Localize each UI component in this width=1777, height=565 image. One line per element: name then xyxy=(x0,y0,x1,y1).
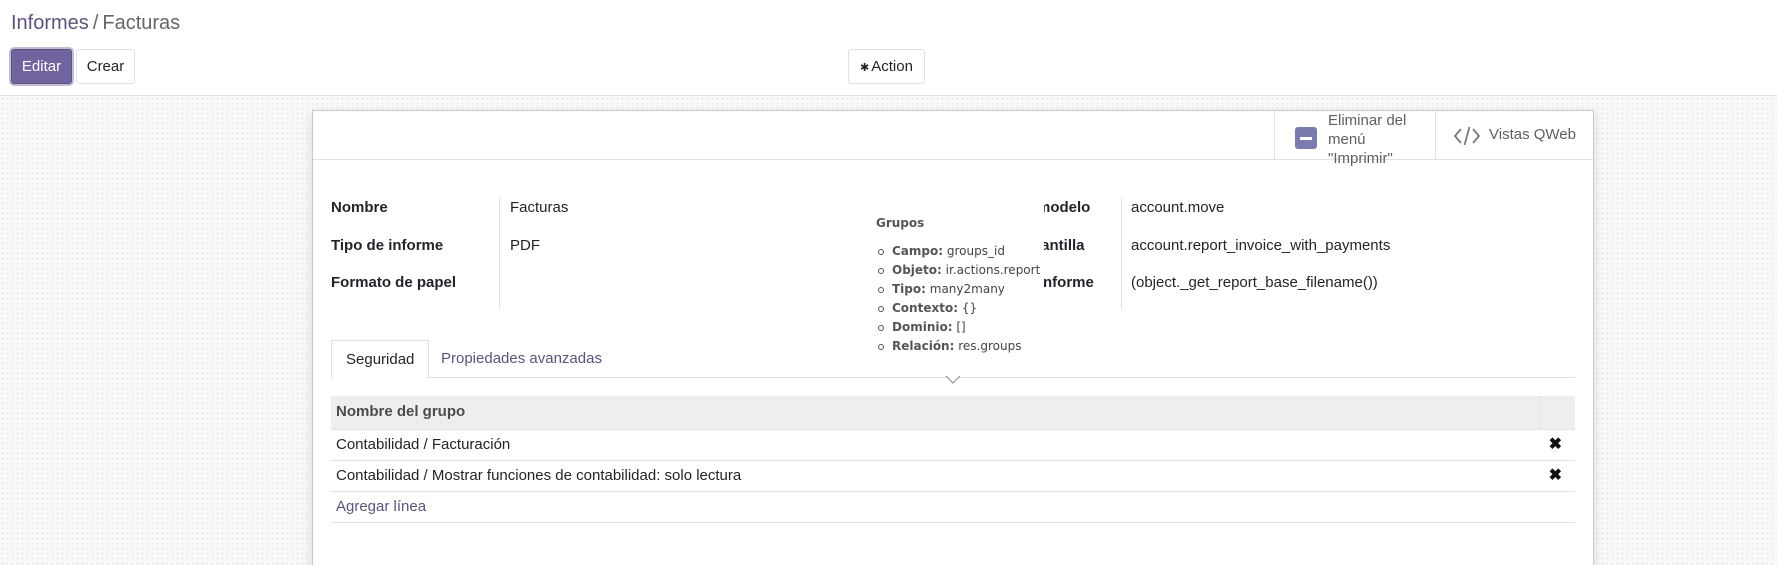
column-header-group-name[interactable]: Nombre del grupo xyxy=(336,396,465,427)
field-tooltip: Grupos Campo: groups_id Objeto: ir.actio… xyxy=(862,200,1044,376)
tooltip-item: Dominio: [] xyxy=(876,318,1030,337)
delete-row-icon[interactable]: ✖ xyxy=(1549,461,1562,490)
field-value-report-filename[interactable]: (object._get_report_base_filename()) xyxy=(1131,274,1378,291)
tooltip-arrow-icon xyxy=(945,375,961,384)
qweb-views-label: Vistas QWeb xyxy=(1489,126,1576,143)
smart-button-box: Eliminar del menú "Imprimir" Vistas QWeb xyxy=(313,111,1593,167)
column-separator xyxy=(1539,396,1540,430)
group-name-cell[interactable]: Contabilidad / Mostrar funciones de cont… xyxy=(336,461,741,490)
table-header: Nombre del grupo xyxy=(331,396,1575,430)
action-dropdown-button[interactable]: ✱ Action xyxy=(848,49,925,84)
remove-from-print-menu-label: Eliminar del menú "Imprimir" xyxy=(1328,112,1407,167)
field-label-report-filename: nforme xyxy=(1043,274,1094,291)
qweb-views-button[interactable]: Vistas QWeb xyxy=(1435,111,1593,159)
breadcrumb-parent-link[interactable]: Informes xyxy=(11,12,89,34)
field-label-paper-format: Formato de papel xyxy=(331,274,457,291)
code-icon xyxy=(1453,126,1481,146)
left-group-separator xyxy=(499,197,500,309)
tooltip-item: Campo: groups_id xyxy=(876,242,1030,261)
tooltip-list: Campo: groups_id Objeto: ir.actions.repo… xyxy=(876,242,1040,356)
control-panel: Informes / Facturas Editar Crear ✱ Action xyxy=(0,0,1777,96)
tooltip-item: Relación: res.groups xyxy=(876,337,1030,356)
remove-from-print-menu-button[interactable]: Eliminar del menú "Imprimir" xyxy=(1274,111,1435,167)
table-row[interactable]: Contabilidad / Facturación ✖ xyxy=(331,430,1575,461)
field-value-report-type[interactable]: PDF xyxy=(510,237,540,254)
edit-button[interactable]: Editar xyxy=(11,49,72,84)
delete-row-icon[interactable]: ✖ xyxy=(1549,430,1562,459)
field-label-model: modelo xyxy=(1037,199,1091,216)
breadcrumb-separator: / xyxy=(92,12,99,34)
tab-security[interactable]: Seguridad xyxy=(331,340,430,379)
breadcrumb-current: Facturas xyxy=(102,12,181,34)
toggle-off-icon xyxy=(1295,127,1317,149)
tooltip-item: Contexto: {} xyxy=(876,299,1030,318)
table-row[interactable]: Contabilidad / Mostrar funciones de cont… xyxy=(331,461,1575,492)
field-value-name[interactable]: Facturas xyxy=(510,199,568,216)
tooltip-item: Objeto: ir.actions.report xyxy=(876,261,1040,280)
table-row-add: Agregar línea xyxy=(331,492,1575,523)
tooltip-item: Tipo: many2many xyxy=(876,280,1030,299)
action-label: Action xyxy=(871,58,913,75)
right-group-separator xyxy=(1121,197,1122,309)
create-button[interactable]: Crear xyxy=(76,49,135,84)
field-value-template[interactable]: account.report_invoice_with_payments xyxy=(1131,237,1390,254)
tooltip-title: Grupos xyxy=(876,216,925,230)
tab-advanced-properties[interactable]: Propiedades avanzadas xyxy=(427,340,616,379)
add-line-link[interactable]: Agregar línea xyxy=(336,492,426,521)
field-label-report-type: Tipo de informe xyxy=(331,237,444,254)
breadcrumb: Informes / Facturas xyxy=(11,12,180,35)
gear-icon: ✱ xyxy=(860,62,870,74)
group-name-cell[interactable]: Contabilidad / Facturación xyxy=(336,430,510,459)
field-label-name: Nombre xyxy=(331,199,388,216)
field-label-template: lantilla xyxy=(1037,237,1085,254)
field-value-model[interactable]: account.move xyxy=(1131,199,1224,216)
